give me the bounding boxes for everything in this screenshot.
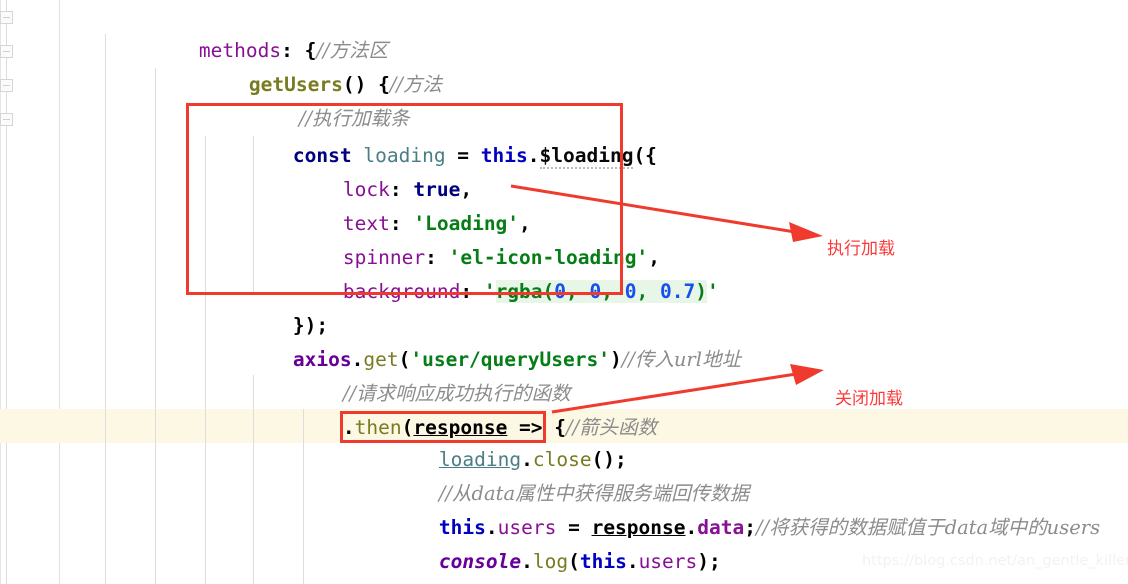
code-line-6[interactable]: text: 'Loading',	[0, 173, 1128, 235]
code-editor-screenshot: methods: {//方法区 getUsers() {//方法 //执行加载条…	[0, 0, 1128, 584]
code-line-1[interactable]: methods: {//方法区	[0, 0, 1128, 62]
code-line-16[interactable]: console.log(this.users);	[0, 511, 1128, 573]
code-content[interactable]: methods: {//方法区 getUsers() {//方法 //执行加载条…	[0, 0, 1128, 584]
code-line-2[interactable]: getUsers() {//方法	[0, 34, 1128, 96]
code-line-4[interactable]: const loading = this.$loading({	[0, 105, 1128, 169]
code-line-10[interactable]: axios.get('user/queryUsers')//传入url地址	[0, 309, 1128, 371]
code-line-11[interactable]: //请求响应成功执行的函数	[0, 343, 1128, 405]
code-line-9[interactable]: });	[0, 275, 1128, 337]
code-line-14[interactable]: //从data属性中获得服务端回传数据	[0, 443, 1128, 505]
annotation-label-execute-loading: 执行加载	[827, 239, 895, 259]
code-line-8[interactable]: background: 'rgba(0, 0, 0, 0.7)'	[0, 241, 1128, 303]
annotation-label-close-loading: 关闭加载	[835, 389, 903, 409]
code-line-15[interactable]: this.users = response.data;//将获得的数据赋值于da…	[0, 477, 1128, 539]
code-line-7[interactable]: spinner: 'el-icon-loading',	[0, 207, 1128, 269]
code-line-12[interactable]: .then(response => {//箭头函数	[0, 377, 1128, 439]
watermark-url: https://blog.csdn.net/an_gentle_killer	[862, 553, 1128, 569]
code-line-13[interactable]: loading.close();	[0, 409, 1128, 471]
code-line-5[interactable]: lock: true,	[0, 139, 1128, 201]
code-line-3[interactable]: //执行加载条	[0, 68, 1128, 130]
